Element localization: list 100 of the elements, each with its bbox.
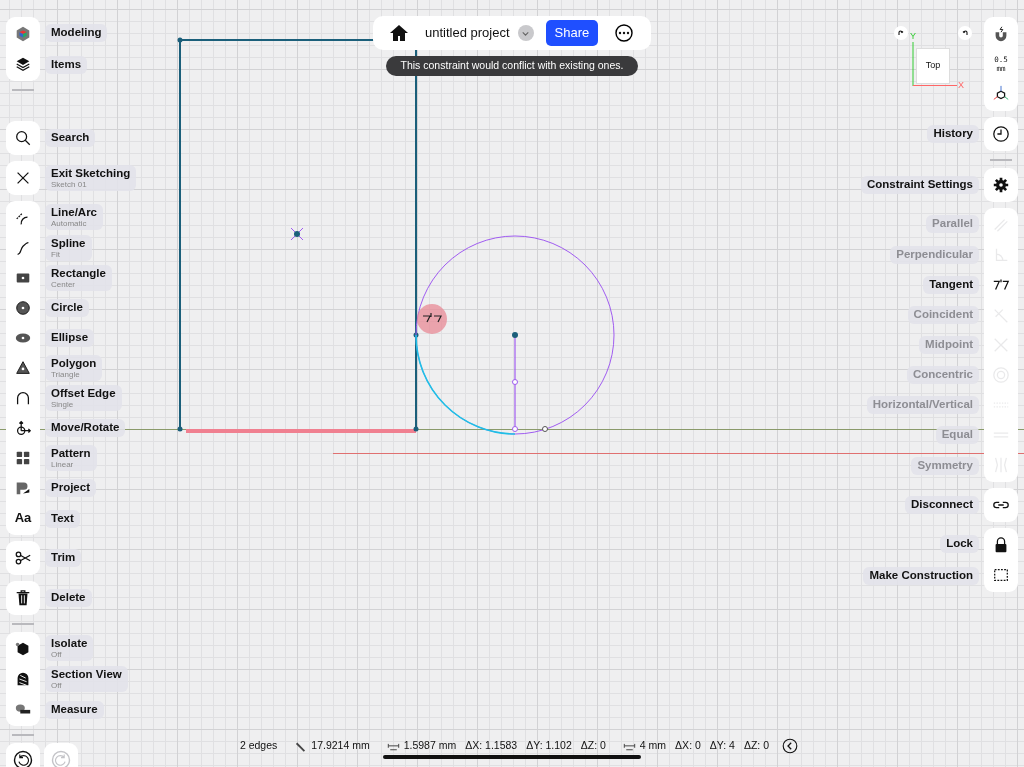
triangle-icon [14, 359, 32, 377]
project-title: untitled project [425, 24, 510, 43]
tool-label: Isolate [51, 636, 88, 649]
tooltip: This constraint would conflict with existing ones. [386, 56, 638, 76]
tool-sublabel: Center [51, 280, 76, 290]
tool-button[interactable] [984, 117, 1018, 151]
tool-button[interactable] [984, 168, 1018, 202]
tool-sublabel: Triangle [51, 370, 81, 380]
measurement-value: 17.9214 mm [311, 738, 370, 754]
home-icon [389, 23, 409, 43]
view-cube[interactable]: Top [916, 48, 950, 84]
status-text: ΔX: 1.1583 [465, 738, 518, 754]
axis-label: Y [910, 30, 916, 43]
tool-sublabel: Single [51, 400, 75, 410]
status-text: ΔZ: 0 [743, 738, 770, 754]
tool-label: Parallel [926, 215, 979, 233]
sketch-point [512, 332, 518, 338]
axis-indicator-drawing [912, 42, 958, 87]
tool-button[interactable] [6, 632, 40, 664]
sketch-point [413, 332, 419, 338]
status-text: ΔY: 4 [709, 738, 735, 754]
tool-label: Spline [51, 236, 86, 249]
sketch-point [177, 426, 183, 432]
move-icon [14, 419, 32, 437]
layers-icon [14, 55, 32, 73]
tool-sublabel: Fit [51, 250, 61, 260]
tool-label: History [927, 125, 979, 143]
tool-label: Line/Arc [51, 205, 97, 218]
tool-label: Pattern [51, 446, 91, 459]
trash-icon [14, 589, 32, 607]
sketch-point [542, 426, 548, 432]
tool-button[interactable] [6, 49, 40, 81]
axes-icon [992, 85, 1010, 103]
axis-label: X [958, 79, 964, 92]
undo-icon [13, 750, 33, 767]
tool-sublabel: Off [51, 650, 63, 660]
tool-label: Exit Sketching [51, 166, 131, 179]
tool-label: Coincident [907, 306, 979, 324]
more-button[interactable] [614, 23, 635, 43]
tool-sublabel: Sketch 01 [51, 180, 88, 190]
tool-label: Modeling [45, 24, 108, 42]
tool-button[interactable] [984, 528, 1018, 560]
tool-button[interactable]: Aa [6, 503, 40, 535]
clock-icon [992, 125, 1010, 143]
tool-button[interactable] [6, 541, 40, 575]
tool-button[interactable] [6, 121, 40, 155]
redo-icon [51, 750, 71, 767]
tool-button[interactable] [984, 488, 1018, 522]
tool-label: Project [45, 479, 96, 497]
tool-label: Lock [940, 535, 979, 553]
tool-sublabel: Automatic [51, 219, 88, 229]
undo-button[interactable] [6, 743, 40, 767]
grid-pattern-icon [14, 449, 32, 467]
tool-label: Offset Edge [51, 386, 116, 399]
sketch-point [512, 426, 518, 432]
sketch-point [177, 37, 183, 43]
tool-label: Text [45, 510, 80, 528]
scissors-icon [14, 549, 32, 567]
settings-icon [992, 176, 1010, 194]
tool-label: Measure [45, 701, 104, 719]
rotate-arrow-icon [960, 28, 970, 38]
tool-label: Ellipse [45, 329, 95, 347]
sketch-point [413, 426, 419, 432]
status-text: ΔZ: 0 [580, 738, 606, 754]
status-text: ΔY: 1.102 [526, 738, 572, 754]
tool-label: Make Construction [863, 567, 979, 585]
touch-highlight [417, 304, 447, 334]
circle-icon [14, 299, 32, 317]
tool-label: Delete [45, 589, 92, 607]
tool-label: Perpendicular [890, 246, 979, 264]
status-text: 2 edges [239, 738, 278, 754]
tool-button[interactable] [6, 694, 40, 726]
status-text: ΔX: 0 [675, 738, 701, 754]
chevron-left-icon [782, 738, 799, 754]
tool-label: Circle [45, 299, 89, 317]
rotate-arrow-icon [896, 28, 906, 38]
tool-label: Concentric [906, 366, 979, 384]
tool-label: Tangent [923, 276, 979, 294]
collapse-button[interactable] [782, 738, 799, 754]
tool-label: Polygon [51, 356, 97, 369]
dashed-rectangle-icon [992, 566, 1010, 584]
tool-button[interactable] [984, 17, 1018, 49]
share-button[interactable]: Share [545, 20, 599, 46]
tool-label: Symmetry [911, 457, 979, 475]
tool-sublabel: Off [51, 681, 63, 691]
center-point-marker [290, 227, 304, 241]
dropdown-button[interactable] [517, 25, 534, 41]
measurement-value: 1.5987 mm [403, 738, 457, 754]
tool-label: Midpoint [919, 336, 979, 354]
tool-label: Search [45, 129, 96, 147]
search-icon [14, 129, 32, 147]
tool-sublabel: Linear [51, 460, 75, 470]
tool-button[interactable] [6, 581, 40, 615]
tool-label: Constraint Settings [860, 176, 979, 194]
tool-label: Equal [935, 426, 979, 444]
measurement-value: 4 mm [639, 738, 667, 754]
sketch-point [512, 379, 518, 385]
home-button[interactable] [389, 23, 409, 43]
tool-label: Disconnect [905, 496, 979, 514]
tool-label: Move/Rotate [45, 419, 126, 437]
